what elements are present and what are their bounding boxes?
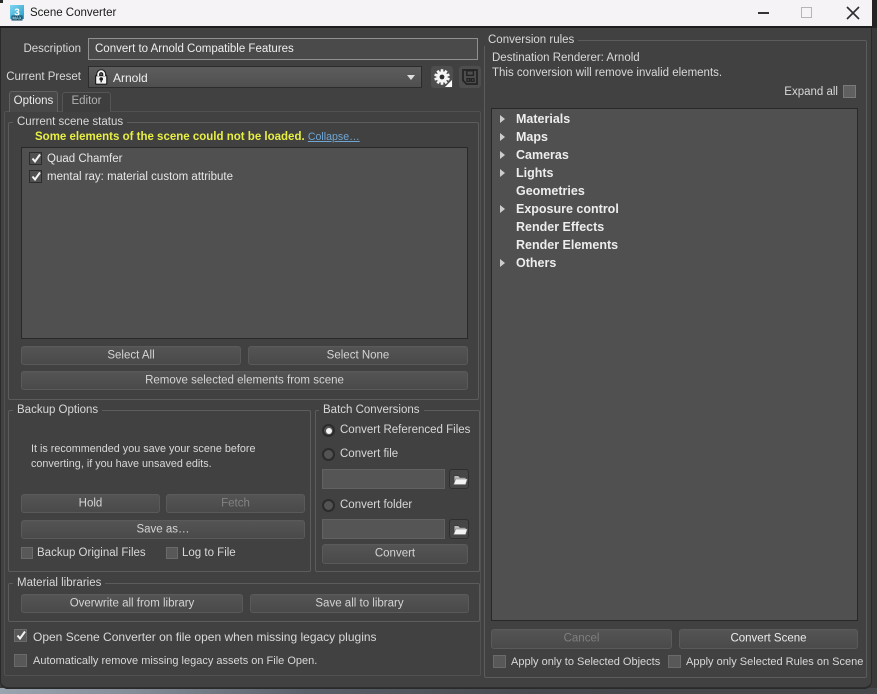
svg-text:MAX: MAX — [12, 16, 22, 21]
